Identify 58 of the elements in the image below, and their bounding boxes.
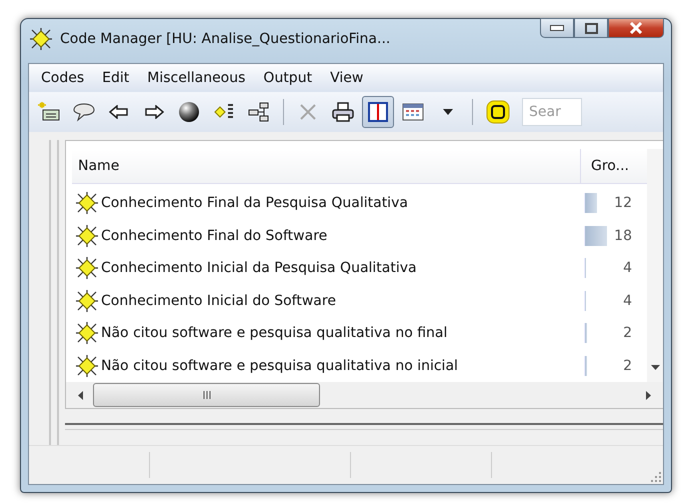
code-name[interactable]: Não citou software e pesquisa qualitativa no inicial (101, 358, 581, 374)
minimize-button[interactable] (540, 18, 574, 38)
right-arrow-icon (144, 105, 164, 119)
down-arrow-icon (650, 365, 660, 370)
horizontal-scrollbar[interactable] (66, 382, 663, 408)
left-arrow-icon (78, 390, 83, 400)
hierarchy-icon (248, 102, 270, 122)
caret-icon (443, 109, 453, 115)
diamond-icon (30, 28, 52, 50)
column-header[interactable]: Gro... (581, 149, 647, 183)
split-button[interactable] (362, 96, 394, 128)
grip-icon (202, 391, 210, 399)
search-field[interactable]: Sear (522, 98, 582, 126)
grounded-count: 4 (623, 292, 632, 311)
speech-bubble-icon (73, 102, 95, 122)
code-name[interactable]: Conhecimento Inicial do Software (101, 292, 581, 309)
split-pane-icon (368, 102, 388, 122)
printer-icon (332, 102, 354, 122)
menu-item[interactable]: Output (254, 70, 322, 86)
code-icon (76, 257, 98, 280)
scroll-thumb[interactable] (93, 383, 320, 407)
code-name[interactable]: Conhecimento Inicial da Pesquisa Qualitativa (101, 260, 581, 276)
window-title: Code Manager [HU: Analise_QuestionarioFina... (60, 31, 390, 47)
splitter[interactable] (65, 423, 663, 430)
rounded-square-icon (486, 100, 510, 124)
menu-item[interactable]: Edit (93, 70, 138, 86)
sphere-icon (178, 101, 200, 123)
code-icon (76, 192, 98, 214)
calendar-icon (402, 102, 424, 122)
left-arrow-icon (109, 105, 129, 119)
pane-grip[interactable] (49, 140, 59, 445)
close-button[interactable] (608, 18, 664, 38)
right-arrow-icon (646, 390, 651, 400)
code-name[interactable]: Conhecimento Final do Software (101, 228, 581, 244)
maximize-button[interactable] (574, 18, 608, 38)
menu-item[interactable]: Codes (32, 70, 94, 86)
grounded-count: 12 (614, 194, 632, 214)
resize-grip-icon[interactable] (651, 472, 661, 482)
vertical-scrollbar[interactable] (647, 149, 663, 382)
code-icon (76, 354, 98, 377)
new-list-icon (38, 102, 60, 122)
grounded-count: 2 (623, 324, 632, 344)
grounded-count: 18 (614, 226, 632, 246)
code-icon (76, 224, 98, 247)
menu-item[interactable]: View (321, 70, 372, 86)
diamond-list-icon (214, 103, 234, 121)
grounded-count: 2 (623, 356, 632, 376)
column-header[interactable]: Name (72, 149, 581, 183)
maximize-icon (584, 22, 598, 34)
menu-item[interactable]: Miscellaneous (138, 70, 254, 86)
delete-icon (299, 103, 317, 121)
close-icon (629, 22, 643, 34)
code-name[interactable]: Conhecimento Final da Pesquisa Qualitativa (101, 195, 581, 212)
code-name[interactable]: Não citou software e pesquisa qualitativa no final (101, 325, 581, 342)
code-icon (76, 290, 98, 312)
code-icon (76, 322, 98, 344)
minimize-icon (550, 25, 564, 31)
grounded-count: 4 (623, 259, 632, 278)
